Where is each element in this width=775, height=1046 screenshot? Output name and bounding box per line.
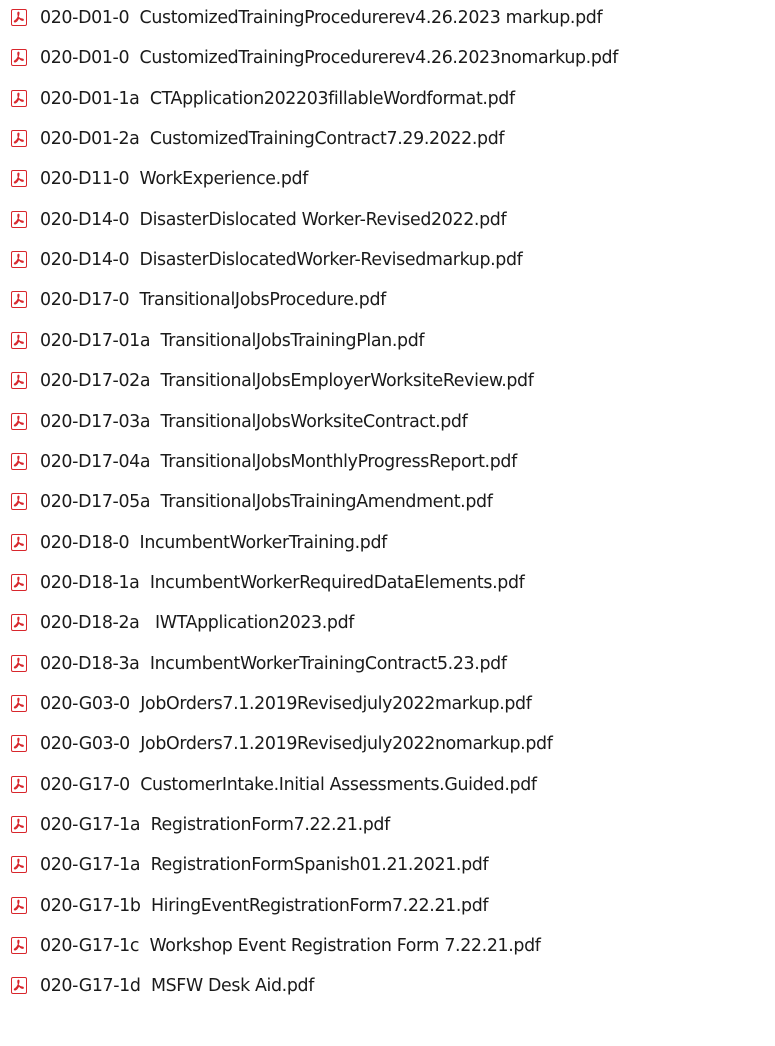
file-list-item[interactable]: 020-D01-2a CustomizedTrainingContract7.2… xyxy=(0,124,775,156)
pdf-icon xyxy=(11,533,27,551)
file-name-label: 020-D17-01a TransitionalJobsTrainingPlan… xyxy=(40,330,425,351)
pdf-icon xyxy=(11,251,27,269)
file-name-label: 020-D17-03a TransitionalJobsWorksiteCont… xyxy=(40,411,468,432)
file-name-label: 020-D17-05a TransitionalJobsTrainingAmen… xyxy=(40,492,493,513)
file-name-label: 020-G17-1a RegistrationForm7.22.21.pdf xyxy=(40,815,390,835)
file-list-item[interactable]: 020-G17-1b HiringEventRegistrationForm7.… xyxy=(0,891,775,923)
file-list-item[interactable]: 020-D01-0 CustomizedTrainingProcedurerev… xyxy=(0,3,775,35)
pdf-icon xyxy=(11,49,27,67)
file-list-item[interactable]: 020-D17-0 TransitionalJobsProcedure.pdf xyxy=(0,285,775,317)
file-name-label: 020-D17-04a TransitionalJobsMonthlyProgr… xyxy=(40,451,517,472)
file-list-item[interactable]: 020-D17-05a TransitionalJobsTrainingAmen… xyxy=(0,487,775,519)
file-name-label: 020-G17-1a RegistrationFormSpanish01.21.… xyxy=(40,855,489,876)
file-name-label: 020-G17-1d MSFW Desk Aid.pdf xyxy=(40,976,315,997)
file-name-label: 020-D01-0 CustomizedTrainingProcedurerev… xyxy=(40,8,603,28)
file-list-item[interactable]: 020-D01-0 CustomizedTrainingProcedurerev… xyxy=(0,43,775,75)
pdf-icon xyxy=(11,735,27,753)
pdf-icon xyxy=(11,977,27,995)
file-list-item[interactable]: 020-G17-1d MSFW Desk Aid.pdf xyxy=(0,971,775,1003)
file-name-label: 020-D18-3a IncumbentWorkerTrainingContra… xyxy=(40,653,507,674)
file-name-label: 020-D01-1a CTApplication202203fillableWo… xyxy=(40,88,515,109)
pdf-icon xyxy=(11,452,27,470)
file-name-label: 020-G03-0 JobOrders7.1.2019Revisedjuly20… xyxy=(40,734,553,755)
pdf-icon xyxy=(11,170,27,188)
file-list-item[interactable]: 020-D17-01a TransitionalJobsTrainingPlan… xyxy=(0,326,775,358)
file-list-item[interactable]: 020-G17-1a RegistrationFormSpanish01.21.… xyxy=(0,850,775,882)
file-name-label: 020-D17-0 TransitionalJobsProcedure.pdf xyxy=(40,290,386,311)
pdf-icon xyxy=(11,412,27,430)
pdf-icon xyxy=(11,372,27,390)
file-list-item[interactable]: 020-D01-1a CTApplication202203fillableWo… xyxy=(0,84,775,116)
pdf-icon xyxy=(11,210,27,228)
file-name-label: 020-G17-1c Workshop Event Registration F… xyxy=(40,936,541,957)
pdf-icon xyxy=(11,654,27,672)
file-name-label: 020-D18-2a IWTApplication2023.pdf xyxy=(40,613,355,634)
pdf-icon xyxy=(11,816,27,833)
pdf-icon xyxy=(11,331,27,349)
file-name-label: 020-D14-0 DisasterDislocatedWorker-Revis… xyxy=(40,250,523,271)
file-list-item[interactable]: 020-D17-03a TransitionalJobsWorksiteCont… xyxy=(0,407,775,439)
file-list-item[interactable]: 020-G03-0 JobOrders7.1.2019Revisedjuly20… xyxy=(0,689,775,721)
file-name-label: 020-D01-0 CustomizedTrainingProcedurerev… xyxy=(40,48,619,69)
pdf-icon xyxy=(11,89,27,107)
pdf-icon xyxy=(11,775,27,793)
file-list-item[interactable]: 020-G17-1c Workshop Event Registration F… xyxy=(0,931,775,963)
file-list-item[interactable]: 020-D11-0 WorkExperience.pdf xyxy=(0,164,775,196)
pdf-icon xyxy=(11,291,27,309)
file-name-label: 020-G17-0 CustomerIntake.Initial Assessm… xyxy=(40,774,537,795)
pdf-icon xyxy=(11,130,27,148)
file-list-item[interactable]: 020-D14-0 DisasterDislocatedWorker-Revis… xyxy=(0,245,775,277)
file-name-label: 020-D11-0 WorkExperience.pdf xyxy=(40,169,308,190)
pdf-icon xyxy=(11,937,27,955)
file-list-item[interactable]: 020-D18-3a IncumbentWorkerTrainingContra… xyxy=(0,649,775,681)
file-list-item[interactable]: 020-D17-02a TransitionalJobsEmployerWork… xyxy=(0,366,775,398)
file-list-item[interactable]: 020-G17-0 CustomerIntake.Initial Assessm… xyxy=(0,770,775,802)
file-name-label: 020-D18-0 IncumbentWorkerTraining.pdf xyxy=(40,532,387,553)
file-name-label: 020-D18-1a IncumbentWorkerRequiredDataEl… xyxy=(40,572,525,593)
pdf-icon xyxy=(11,493,27,511)
pdf-icon xyxy=(11,9,27,26)
file-list-item[interactable]: 020-D17-04a TransitionalJobsMonthlyProgr… xyxy=(0,447,775,479)
pdf-icon xyxy=(11,695,27,712)
file-name-label: 020-D14-0 DisasterDislocated Worker-Revi… xyxy=(40,209,507,230)
file-list-item[interactable]: 020-D18-1a IncumbentWorkerRequiredDataEl… xyxy=(0,568,775,600)
file-list: 020-D01-0 CustomizedTrainingProcedurerev… xyxy=(0,0,775,1046)
file-name-label: 020-G17-1b HiringEventRegistrationForm7.… xyxy=(40,895,489,916)
file-name-label: 020-D17-02a TransitionalJobsEmployerWork… xyxy=(40,371,534,392)
file-list-item[interactable]: 020-D18-2a IWTApplication2023.pdf xyxy=(0,608,775,640)
pdf-icon xyxy=(11,614,27,632)
pdf-icon xyxy=(11,896,27,914)
file-list-item[interactable]: 020-G03-0 JobOrders7.1.2019Revisedjuly20… xyxy=(0,729,775,761)
file-list-item[interactable]: 020-D14-0 DisasterDislocated Worker-Revi… xyxy=(0,205,775,237)
file-name-label: 020-D01-2a CustomizedTrainingContract7.2… xyxy=(40,129,505,150)
pdf-icon xyxy=(11,573,27,591)
file-list-item[interactable]: 020-D18-0 IncumbentWorkerTraining.pdf xyxy=(0,528,775,560)
file-list-item[interactable]: 020-G17-1a RegistrationForm7.22.21.pdf xyxy=(0,810,775,842)
file-name-label: 020-G03-0 JobOrders7.1.2019Revisedjuly20… xyxy=(40,694,532,714)
pdf-icon xyxy=(11,856,27,874)
